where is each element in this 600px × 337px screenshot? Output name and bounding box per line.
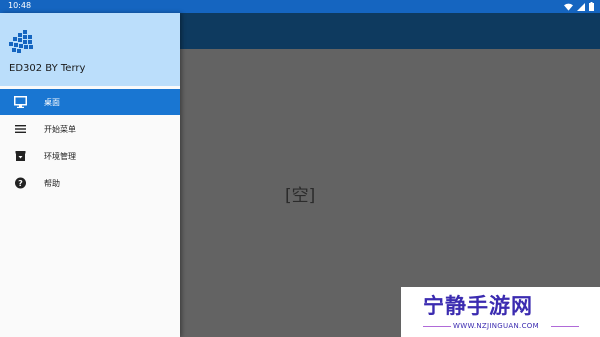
status-bar: 10:48 [0,0,600,13]
monitor-icon [14,96,27,108]
app-logo-icon [9,30,33,53]
watermark-title: 宁静手游网 [423,294,533,318]
battery-icon [589,2,594,11]
watermark-divider [423,326,451,327]
menu-item-help[interactable]: ? 帮助 [0,170,180,196]
drawer-header: ED302 BY Terry [0,13,180,86]
help-icon: ? [15,177,26,189]
menu-item-label: 桌面 [44,98,60,107]
app-bar [180,13,600,49]
watermark: 宁静手游网 WWW.NZJINGUAN.COM [401,287,600,337]
empty-state-label: [空] [285,186,316,206]
menu-item-label: 开始菜单 [44,125,76,134]
signal-icon [577,2,585,11]
status-time: 10:48 [8,1,32,10]
archive-icon [15,151,26,161]
svg-text:?: ? [18,179,23,188]
menu-item-start-menu[interactable]: 开始菜单 [0,116,180,142]
menu-lines-icon [15,125,26,133]
watermark-url: WWW.NZJINGUAN.COM [453,322,539,330]
menu-item-label: 环境管理 [44,152,76,161]
menu-item-desktop[interactable]: 桌面 [0,89,180,115]
wifi-icon [564,3,573,11]
navigation-drawer: ED302 BY Terry 桌面 开始菜单 环境管理 ? 帮助 [0,13,180,337]
drawer-title: ED302 BY Terry [9,63,86,74]
menu-item-environment[interactable]: 环境管理 [0,143,180,169]
drawer-menu: 桌面 开始菜单 环境管理 ? 帮助 [0,89,180,196]
menu-item-label: 帮助 [44,179,60,188]
watermark-divider [551,326,579,327]
app-screen: 10:48 [空] ED302 BY Terry 桌面 开始菜单 环境管理 ? … [0,0,600,337]
status-icons [564,2,594,11]
